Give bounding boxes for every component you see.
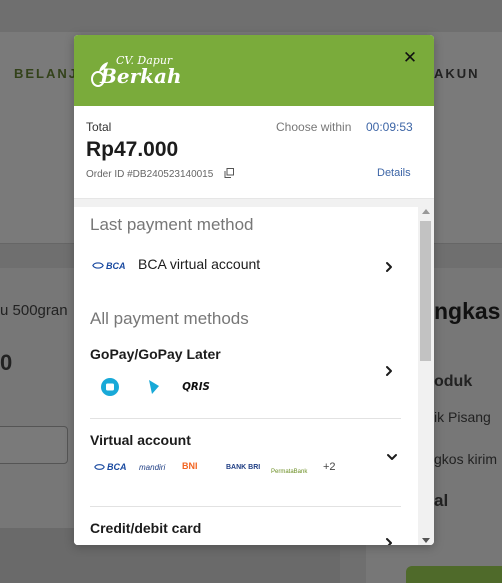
bri-logo: BANK BRI <box>226 464 261 471</box>
brand-line-2: Berkah <box>100 64 182 88</box>
gopay-label: GoPay/GoPay Later <box>90 346 221 362</box>
total-amount: Rp47.000 <box>86 138 179 161</box>
order-id: Order ID #DB240523140015 <box>86 169 214 180</box>
card-label: Credit/debit card <box>90 520 202 536</box>
close-button[interactable]: ✕ <box>401 49 419 67</box>
divider <box>90 418 401 419</box>
mandiri-logo: mandiri <box>139 463 166 472</box>
chevron-right-icon <box>386 262 392 272</box>
last-payment-section: Last payment method BCA BCA virtual acco… <box>74 207 418 293</box>
chevron-right-icon <box>386 366 392 376</box>
summary-title: ngkas <box>434 298 501 324</box>
quantity-input <box>0 426 68 464</box>
bca-logo: BCA <box>107 462 127 472</box>
scroll-thumb[interactable] <box>420 221 431 361</box>
bca-logo: BCA <box>106 261 126 271</box>
all-payment-section: All payment methods GoPay/GoPay Later QR… <box>74 301 418 545</box>
product-weight-text: u 500gran <box>0 302 68 319</box>
svg-text:QRIS: QRIS <box>182 382 210 393</box>
qris-icon: QRIS <box>182 382 210 393</box>
bca-wing-icon <box>92 262 104 269</box>
last-payment-row[interactable]: BCA BCA virtual account <box>74 247 418 287</box>
brand-logo: CV. Dapur Berkah <box>90 52 190 90</box>
order-summary: Total Rp47.000 Order ID #DB240523140015 … <box>74 106 434 199</box>
gopay-icon <box>101 378 119 396</box>
scrollbar[interactable] <box>418 207 434 545</box>
details-link[interactable]: Details <box>377 167 411 179</box>
product-price-text: 0 <box>0 350 13 375</box>
all-payment-title: All payment methods <box>90 309 249 328</box>
permata-logo: PermataBank <box>271 469 308 475</box>
summary-item: ik Pisang <box>434 409 491 425</box>
copy-icon[interactable] <box>224 168 234 178</box>
last-payment-title: Last payment method <box>90 215 254 234</box>
more-banks-count: +2 <box>323 461 336 473</box>
chevron-right-icon <box>386 538 392 545</box>
payment-methods-body: Last payment method BCA BCA virtual acco… <box>74 199 434 545</box>
bca-wing-icon <box>94 464 105 470</box>
choose-within-label: Choose within <box>276 120 352 134</box>
last-payment-label: BCA virtual account <box>138 256 261 272</box>
divider <box>90 506 401 507</box>
payment-method-card[interactable]: Credit/debit card <box>74 513 418 545</box>
summary-product-label: oduk <box>434 373 473 390</box>
summary-shipping: gkos kirim <box>434 451 498 467</box>
gopay-later-icon <box>149 380 159 394</box>
virtual-account-label: Virtual account <box>90 432 191 448</box>
countdown-timer: 00:09:53 <box>366 120 413 134</box>
modal-header: CV. Dapur Berkah ✕ <box>74 35 434 106</box>
payment-methods-list[interactable]: Last payment method BCA BCA virtual acco… <box>74 207 418 545</box>
payment-modal: CV. Dapur Berkah ✕ Total Rp47.000 Order … <box>74 35 434 545</box>
nav-link-belanja: BELANJ <box>14 66 79 81</box>
nav-link-akun: AKUN <box>434 66 480 81</box>
payment-method-virtual-account[interactable]: Virtual account BCA mandiri BNI BANK BRI… <box>74 425 418 501</box>
checkout-button <box>406 566 502 583</box>
bni-logo: BNI <box>182 461 198 471</box>
scroll-down-arrow-icon[interactable] <box>422 538 430 543</box>
payment-method-gopay[interactable]: GoPay/GoPay Later QRIS <box>74 339 418 413</box>
total-label: Total <box>86 120 112 134</box>
scroll-up-arrow-icon[interactable] <box>422 209 430 214</box>
chevron-down-icon <box>387 454 397 460</box>
summary-total: al <box>434 491 449 510</box>
